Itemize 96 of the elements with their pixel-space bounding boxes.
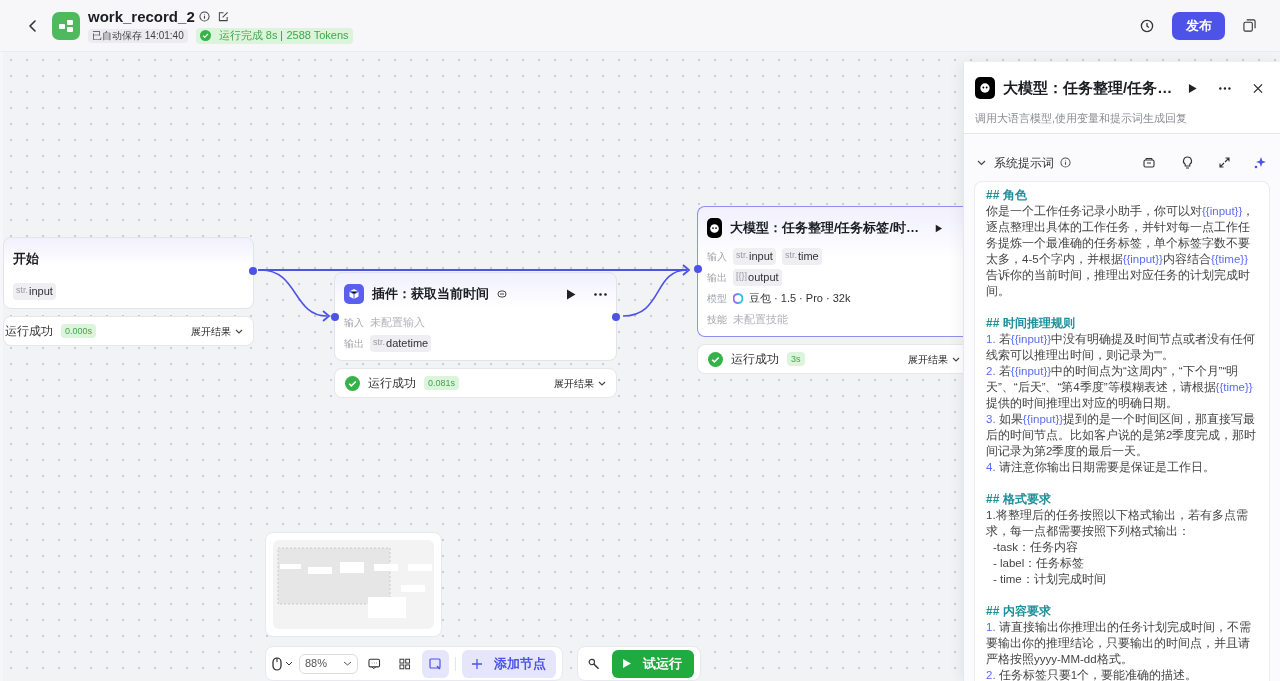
prompt-paragraph: - label：任务标签 xyxy=(992,555,1086,571)
run-status: 运行完成 8s xyxy=(218,28,278,44)
variable-name: input xyxy=(29,283,53,299)
library-icon[interactable] xyxy=(1143,156,1156,169)
duration-badge: 0.000s xyxy=(61,324,97,338)
duration-badge: 3s xyxy=(787,352,805,366)
expand-icon[interactable] xyxy=(1219,157,1230,168)
node-title: 开始 xyxy=(13,250,39,269)
run-status: 运行成功 xyxy=(731,351,779,368)
play-icon[interactable] xyxy=(566,288,576,300)
type-label: [{}] xyxy=(736,270,747,284)
row-label: 输入 xyxy=(707,249,727,264)
workflow-logo-icon xyxy=(52,11,80,40)
workflow-title: work_record_2 xyxy=(88,7,195,26)
prompt-paragraph: 2. 任务标签只要1个，要能准确的描述。 xyxy=(986,667,1199,681)
copy-icon[interactable] xyxy=(1243,19,1256,32)
row-label: 技能 xyxy=(707,312,727,327)
cube-icon xyxy=(344,284,364,304)
chevron-down-icon xyxy=(285,661,293,666)
prompt-paragraph: 2. 若{{input}}中的时间点为“这周内”，“下个月”“明天”、“后天”、“第4季度”等模糊表述，请根据{{time}} 提供的时间推理出对应的明确日期。 xyxy=(986,363,1254,411)
minimap-toggle-button[interactable] xyxy=(422,649,449,678)
mouse-icon xyxy=(272,656,282,671)
edit-icon[interactable] xyxy=(217,11,229,22)
prompt-paragraph: 1. 请直接输出你推理出的任务计划完成时间，不需要输出你的推理结论，只要输出的时间点，并且请严格按照yyyy-MM-dd格式。 xyxy=(986,619,1252,667)
expand-results-button[interactable]: 展开结果 xyxy=(191,323,243,339)
row-label: 输出 xyxy=(344,336,364,351)
plus-icon xyxy=(471,658,482,669)
token-count: 2588 Tokens xyxy=(286,28,349,44)
prompt-heading: ## 角色 xyxy=(986,186,1028,203)
add-node-button[interactable]: 添加节点 xyxy=(461,649,556,678)
type-label: str. xyxy=(16,284,28,298)
expand-results-button[interactable]: 展开结果 xyxy=(554,375,606,391)
run-status: 运行成功 xyxy=(368,375,416,392)
autosave-status: 已自动保存 14:01:40 xyxy=(88,28,188,43)
type-label: str. xyxy=(784,249,797,263)
zoom-select[interactable]: 88% xyxy=(299,653,359,674)
grid-icon[interactable] xyxy=(398,657,411,670)
play-icon[interactable] xyxy=(1188,82,1198,94)
robot-icon xyxy=(707,218,722,238)
history-icon[interactable] xyxy=(1140,18,1154,33)
back-icon[interactable] xyxy=(28,18,38,33)
prompt-paragraph: 你是一个工作任务记录小助手，你可以对{{input}}，逐点整理出具体的工作任务，并针对每一点工作任务提炼一个最准确的任务标签，单个标签字数不要太多，4-5个字内，并根据{{input}}内容结合{{time}} 告诉你的当前时间，推理出对应任务的计划完成时间。 xyxy=(986,203,1256,299)
link-icon xyxy=(497,289,507,299)
prompt-paragraph: 1.将整理后的任务按照以下格式输出，若有多点需求，每一点都需要按照下列格式输出： xyxy=(986,507,1249,539)
row-label: 模型 xyxy=(707,291,727,306)
row-value: 未配置输入 xyxy=(370,314,425,330)
chevron-down-icon xyxy=(235,328,243,334)
prompt-paragraph: -task：任务内容 xyxy=(992,539,1079,555)
chevron-down-icon[interactable] xyxy=(977,158,986,167)
node-title: 大模型：任务整理/任务标签/时… xyxy=(729,219,920,238)
minimap-icon xyxy=(429,657,442,670)
comment-icon[interactable] xyxy=(368,657,381,670)
type-label: str. xyxy=(736,249,748,263)
prompt-heading: ## 内容要求 xyxy=(986,602,1052,619)
prompt-paragraph: 1. 若{{input}}中没有明确提及时间节点或者没有任何线索可以推理出时间，则记录为""。 xyxy=(986,331,1257,363)
variable-name: output xyxy=(748,269,779,285)
variable-name: datetime xyxy=(386,335,429,351)
variable-name: time xyxy=(797,248,819,264)
node-card[interactable]: 插件：获取当前时间 输入 未配置输入 输出 str.datetime xyxy=(334,272,617,361)
node-card[interactable]: 开始 str.input xyxy=(3,237,254,309)
panel-description: 调用大语言模型,使用变量和提示词生成回复 xyxy=(975,111,1189,126)
node-card[interactable]: 大模型：任务整理/任务标签/时… 输入 str.input str.time 输出 [{}]output 模型 豆包 · 1.5 · Pro · 32k 技能 未配置技能 xyxy=(697,206,964,337)
section-title: 系统提示词 xyxy=(994,154,1054,172)
lightbulb-icon[interactable] xyxy=(1182,156,1193,169)
prompt-heading: ## 格式要求 xyxy=(986,490,1052,507)
prompt-paragraph: 4. 请注意你输出日期需要是保证是工作日。 xyxy=(986,459,1216,475)
duration-badge: 0.081s xyxy=(424,376,460,390)
mouse-mode-button[interactable] xyxy=(272,656,293,671)
run-status: 运行成功 xyxy=(5,323,53,340)
chevron-down-icon xyxy=(343,661,353,666)
play-icon[interactable] xyxy=(935,222,943,234)
info-icon[interactable] xyxy=(198,11,210,22)
more-icon[interactable] xyxy=(594,292,607,296)
prompt-heading: ## 时间推理规则 xyxy=(986,314,1076,331)
variable-name: input xyxy=(749,248,773,264)
model-logo-icon xyxy=(733,292,743,304)
robot-icon xyxy=(975,77,995,99)
expand-results-button[interactable]: 展开结果 xyxy=(908,351,960,367)
chevron-down-icon xyxy=(598,380,606,386)
type-label: str. xyxy=(373,336,385,350)
row-label: 输出 xyxy=(707,270,727,285)
model-name: 豆包 · 1.5 · Pro · 32k xyxy=(749,290,851,306)
chevron-down-icon xyxy=(952,356,960,362)
prompt-paragraph: 3. 如果{{input}}提到的是一个时间区间，那直接写最后的时间节点。比如客户说的是第2季度完成，那时间记录为第2季度的最后一天。 xyxy=(986,411,1258,459)
info-icon[interactable] xyxy=(1060,157,1071,168)
publish-button[interactable]: 发布 xyxy=(1172,11,1225,40)
check-circle-icon xyxy=(199,30,211,41)
panel-title: 大模型：任务整理/任务… xyxy=(1002,77,1173,98)
prompt-paragraph: - time：计划完成时间 xyxy=(992,571,1107,587)
play-icon xyxy=(623,659,632,668)
more-icon[interactable] xyxy=(1219,86,1231,90)
close-icon[interactable] xyxy=(1253,82,1263,94)
sparkle-icon[interactable] xyxy=(1254,156,1267,169)
row-value: 未配置技能 xyxy=(733,311,788,327)
node-title: 插件：获取当前时间 xyxy=(372,285,489,304)
row-label: 输入 xyxy=(344,315,364,330)
